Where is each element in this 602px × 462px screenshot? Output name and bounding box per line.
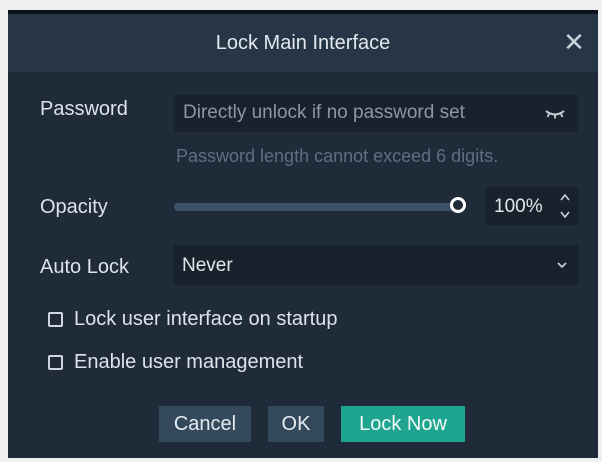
lock-dialog: Lock Main Interface ✕ Password Password … <box>8 10 598 458</box>
user-management-label: Enable user management <box>74 351 304 373</box>
opacity-spinbox[interactable]: 100% <box>486 187 578 225</box>
cancel-button[interactable]: Cancel <box>159 406 251 442</box>
lock-on-startup-label: Lock user interface on startup <box>74 308 338 330</box>
auto-lock-select[interactable]: Never <box>174 245 578 285</box>
lock-on-startup-checkbox[interactable] <box>48 312 63 327</box>
lock-now-button[interactable]: Lock Now <box>341 406 465 442</box>
password-hint: Password length cannot exceed 6 digits. <box>176 146 499 166</box>
auto-lock-selected-value: Never <box>182 255 233 276</box>
opacity-value: 100% <box>494 196 543 217</box>
title-bar: Lock Main Interface ✕ <box>8 14 598 72</box>
opacity-label: Opacity <box>40 196 108 218</box>
dialog-title: Lock Main Interface <box>215 32 391 54</box>
opacity-slider[interactable] <box>174 203 458 211</box>
password-input[interactable] <box>175 95 535 131</box>
close-icon[interactable]: ✕ <box>560 28 588 56</box>
chevron-down-icon <box>557 262 567 269</box>
ok-button[interactable]: OK <box>268 406 324 442</box>
opacity-slider-handle[interactable] <box>450 197 466 213</box>
eye-closed-icon[interactable] <box>543 104 567 122</box>
screenshot-frame: Lock Main Interface ✕ Password Password … <box>0 0 602 462</box>
chevron-up-icon[interactable] <box>558 191 572 205</box>
password-field[interactable] <box>174 94 578 132</box>
auto-lock-label: Auto Lock <box>40 256 129 278</box>
password-label: Password <box>40 98 128 120</box>
user-management-checkbox[interactable] <box>48 355 63 370</box>
chevron-down-icon[interactable] <box>558 207 572 221</box>
